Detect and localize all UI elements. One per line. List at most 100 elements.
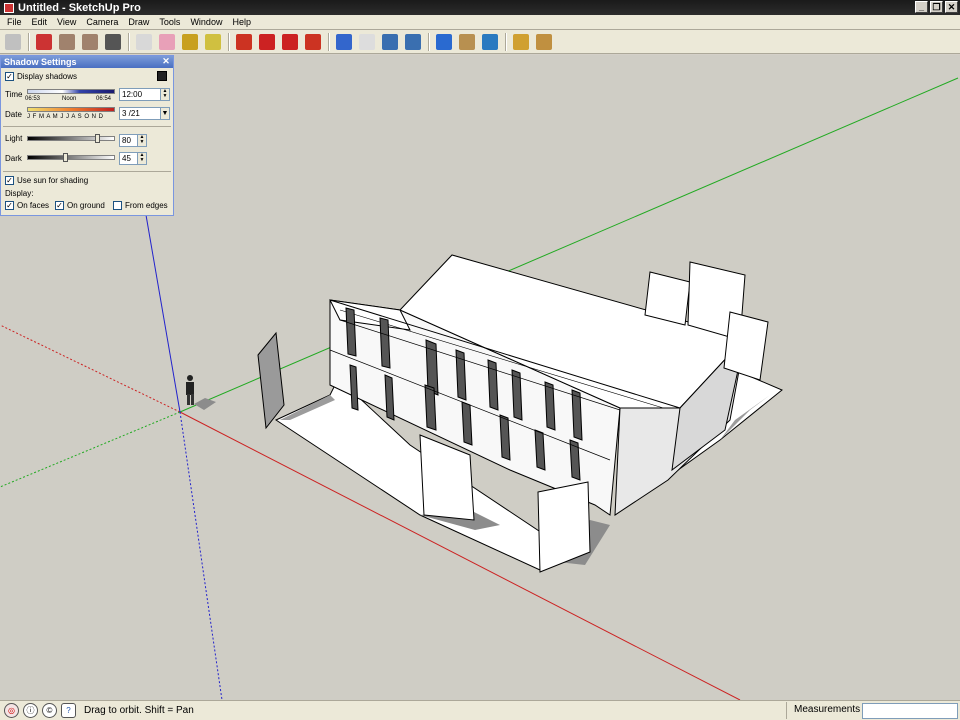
time-spinner[interactable]: ▲ ▼: [160, 89, 169, 100]
panel-divider-1: [3, 126, 171, 127]
shadow-panel-close-button[interactable]: ✕: [161, 56, 171, 67]
use-sun-checkbox[interactable]: ✓: [5, 176, 14, 185]
shadow-panel-title: Shadow Settings: [4, 57, 77, 67]
rectangle-tool-button[interactable]: [56, 31, 78, 53]
arc-tool-button[interactable]: [102, 31, 124, 53]
offset-tool-button[interactable]: [302, 31, 324, 53]
toolbar: [0, 30, 960, 54]
menu-bar: File Edit View Camera Draw Tools Window …: [0, 15, 960, 30]
paint-bucket-icon: [182, 33, 198, 50]
red-axis-negative: [0, 324, 181, 413]
panel-divider-2: [3, 171, 171, 172]
menu-file[interactable]: File: [2, 17, 27, 27]
circle-tool-button[interactable]: [79, 31, 101, 53]
on-faces-label: On faces: [17, 201, 50, 210]
push-pull-tool-button[interactable]: [233, 31, 255, 53]
blue-axis: [145, 214, 181, 413]
share-component-tool-button[interactable]: [533, 31, 555, 53]
make-component-tool-button[interactable]: [133, 31, 155, 53]
zoom-icon: [382, 33, 398, 50]
dark-spinner[interactable]: ▲ ▼: [137, 153, 146, 164]
pencil-tool-button[interactable]: [33, 31, 55, 53]
restore-button[interactable]: ❐: [930, 1, 943, 13]
help-icon[interactable]: ?: [61, 703, 76, 718]
move-tool-button[interactable]: [256, 31, 278, 53]
close-button[interactable]: ✕: [945, 1, 958, 13]
paint-bucket-tool-button[interactable]: [179, 31, 201, 53]
light-input[interactable]: 80 ▲ ▼: [119, 134, 147, 147]
eraser-icon: [159, 33, 175, 50]
green-axis-negative: [0, 411, 181, 488]
arc-icon: [105, 33, 121, 50]
toggle-details-icon[interactable]: [157, 71, 167, 81]
menu-draw[interactable]: Draw: [123, 17, 154, 27]
zoom-extents-tool-button[interactable]: [402, 31, 424, 53]
rectangle-icon: [59, 33, 75, 50]
toolbar-separator: [505, 32, 507, 51]
time-input[interactable]: 12:00 ▲ ▼: [119, 88, 170, 101]
light-spinner[interactable]: ▲ ▼: [137, 135, 146, 146]
light-label: Light: [5, 134, 23, 143]
display-shadows-checkbox[interactable]: ✓: [5, 72, 14, 81]
license-icon[interactable]: ©: [42, 703, 57, 718]
menu-help[interactable]: Help: [227, 17, 256, 27]
date-label: Date: [5, 110, 22, 119]
offset-icon: [305, 33, 321, 50]
date-slider-track[interactable]: [27, 107, 115, 112]
get-models-tool-button[interactable]: [433, 31, 455, 53]
back-panel-3: [723, 311, 769, 381]
sketchup-logo-icon: [4, 2, 14, 13]
circle-icon: [82, 33, 98, 50]
display-label: Display:: [5, 189, 34, 198]
time-slider-track[interactable]: [27, 89, 115, 94]
menu-view[interactable]: View: [52, 17, 81, 27]
menu-window[interactable]: Window: [185, 17, 227, 27]
zoom-tool-button[interactable]: [379, 31, 401, 53]
status-hint: Drag to orbit. Shift = Pan: [84, 705, 194, 716]
status-bar: ◎ ⓘ © ? Drag to orbit. Shift = Pan Measu…: [0, 700, 960, 720]
from-edges-checkbox[interactable]: [113, 201, 122, 210]
measurements-input[interactable]: [862, 703, 958, 719]
rotate-tool-button[interactable]: [279, 31, 301, 53]
toolbar-separator: [228, 32, 230, 51]
person-figure: [186, 375, 216, 410]
dark-slider-track[interactable]: [27, 155, 115, 160]
menu-camera[interactable]: Camera: [81, 17, 123, 27]
back-panel-1: [644, 271, 691, 326]
geo-location-icon[interactable]: ◎: [4, 703, 19, 718]
get-components-tool-button[interactable]: [510, 31, 532, 53]
toolbar-separator: [428, 32, 430, 51]
menu-edit[interactable]: Edit: [27, 17, 53, 27]
dark-input[interactable]: 45 ▲ ▼: [119, 152, 147, 165]
tape-measure-tool-button[interactable]: [202, 31, 224, 53]
light-slider-track[interactable]: [27, 136, 115, 141]
from-edges-label: From edges: [125, 201, 168, 210]
date-input[interactable]: 3 /21 ▼: [119, 107, 170, 120]
share-model-tool-button[interactable]: [456, 31, 478, 53]
shadow-settings-panel: Shadow Settings ✕ ✓ Display shadows Time…: [0, 55, 174, 216]
time-noon-label: Noon: [62, 96, 77, 102]
dark-slider-thumb[interactable]: [63, 153, 68, 162]
minimize-button[interactable]: _: [915, 1, 928, 13]
on-faces-checkbox[interactable]: ✓: [5, 201, 14, 210]
select-tool-button[interactable]: [2, 31, 24, 53]
on-ground-checkbox[interactable]: ✓: [55, 201, 64, 210]
credits-icon[interactable]: ⓘ: [23, 703, 38, 718]
on-ground-label: On ground: [67, 201, 105, 210]
share-model-icon: [459, 33, 475, 50]
date-months-label: J F M A M J J A S O N D: [27, 114, 104, 120]
orbit-tool-button[interactable]: [333, 31, 355, 53]
move-icon: [259, 33, 275, 50]
date-dropdown-icon[interactable]: ▼: [160, 108, 169, 119]
get-components-icon: [513, 33, 529, 50]
time-label: Time: [5, 90, 23, 99]
window-title: Untitled - SketchUp Pro: [18, 1, 141, 14]
get-models-icon: [436, 33, 452, 50]
shadow-panel-header: Shadow Settings ✕: [1, 56, 173, 68]
pan-tool-button[interactable]: [356, 31, 378, 53]
eraser-tool-button[interactable]: [156, 31, 178, 53]
rotate-icon: [282, 33, 298, 50]
google-earth-tool-button[interactable]: [479, 31, 501, 53]
light-slider-thumb[interactable]: [95, 134, 100, 143]
menu-tools[interactable]: Tools: [154, 17, 185, 27]
